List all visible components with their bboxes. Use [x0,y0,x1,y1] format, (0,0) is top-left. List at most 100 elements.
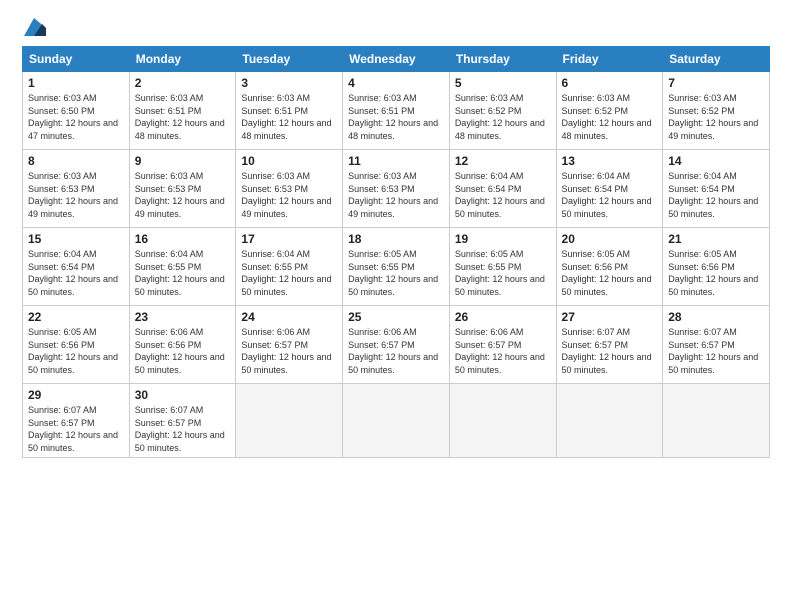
day-number: 14 [668,154,764,168]
day-info: Sunrise: 6:03 AMSunset: 6:52 PMDaylight:… [668,92,764,142]
calendar-cell: 28 Sunrise: 6:07 AMSunset: 6:57 PMDayligh… [663,306,770,384]
day-number: 29 [28,388,124,402]
calendar-cell [663,384,770,458]
day-number: 19 [455,232,551,246]
calendar-cell: 26 Sunrise: 6:06 AMSunset: 6:57 PMDayligh… [449,306,556,384]
day-info: Sunrise: 6:05 AMSunset: 6:56 PMDaylight:… [28,326,124,376]
calendar-cell: 22 Sunrise: 6:05 AMSunset: 6:56 PMDayligh… [23,306,130,384]
calendar-cell: 2 Sunrise: 6:03 AMSunset: 6:51 PMDaylight… [129,72,236,150]
day-number: 7 [668,76,764,90]
day-info: Sunrise: 6:05 AMSunset: 6:55 PMDaylight:… [455,248,551,298]
day-number: 15 [28,232,124,246]
day-number: 24 [241,310,337,324]
day-info: Sunrise: 6:06 AMSunset: 6:57 PMDaylight:… [455,326,551,376]
day-info: Sunrise: 6:03 AMSunset: 6:52 PMDaylight:… [562,92,658,142]
calendar-cell: 18 Sunrise: 6:05 AMSunset: 6:55 PMDayligh… [343,228,450,306]
day-info: Sunrise: 6:03 AMSunset: 6:51 PMDaylight:… [135,92,231,142]
logo [22,18,46,36]
day-info: Sunrise: 6:04 AMSunset: 6:55 PMDaylight:… [135,248,231,298]
calendar-cell: 1Sunrise: 6:03 AMSunset: 6:50 PMDaylight… [23,72,130,150]
calendar-cell: 4 Sunrise: 6:03 AMSunset: 6:51 PMDaylight… [343,72,450,150]
calendar-cell: 20Sunrise: 6:05 AMSunset: 6:56 PMDayligh… [556,228,663,306]
day-info: Sunrise: 6:03 AMSunset: 6:53 PMDaylight:… [28,170,124,220]
day-number: 13 [562,154,658,168]
calendar-cell: 15 Sunrise: 6:04 AMSunset: 6:54 PMDayligh… [23,228,130,306]
calendar-cell: 24 Sunrise: 6:06 AMSunset: 6:57 PMDayligh… [236,306,343,384]
day-info: Sunrise: 6:03 AMSunset: 6:51 PMDaylight:… [241,92,337,142]
day-info: Sunrise: 6:04 AMSunset: 6:54 PMDaylight:… [28,248,124,298]
logo-icon [24,18,46,36]
day-number: 8 [28,154,124,168]
day-number: 4 [348,76,444,90]
day-number: 26 [455,310,551,324]
day-number: 10 [241,154,337,168]
day-info: Sunrise: 6:06 AMSunset: 6:56 PMDaylight:… [135,326,231,376]
calendar-table: SundayMondayTuesdayWednesdayThursdayFrid… [22,46,770,458]
day-info: Sunrise: 6:05 AMSunset: 6:56 PMDaylight:… [668,248,764,298]
day-number: 28 [668,310,764,324]
day-info: Sunrise: 6:06 AMSunset: 6:57 PMDaylight:… [241,326,337,376]
calendar-cell: 19 Sunrise: 6:05 AMSunset: 6:55 PMDayligh… [449,228,556,306]
calendar-cell: 10 Sunrise: 6:03 AMSunset: 6:53 PMDayligh… [236,150,343,228]
day-info: Sunrise: 6:07 AMSunset: 6:57 PMDaylight:… [668,326,764,376]
day-number: 16 [135,232,231,246]
day-info: Sunrise: 6:04 AMSunset: 6:54 PMDaylight:… [562,170,658,220]
calendar-cell: 30 Sunrise: 6:07 AMSunset: 6:57 PMDayligh… [129,384,236,458]
calendar-cell: 6 Sunrise: 6:03 AMSunset: 6:52 PMDaylight… [556,72,663,150]
calendar-header: SundayMondayTuesdayWednesdayThursdayFrid… [23,47,770,72]
calendar-cell: 21 Sunrise: 6:05 AMSunset: 6:56 PMDayligh… [663,228,770,306]
day-info: Sunrise: 6:04 AMSunset: 6:54 PMDaylight:… [668,170,764,220]
day-info: Sunrise: 6:05 AMSunset: 6:55 PMDaylight:… [348,248,444,298]
day-info: Sunrise: 6:04 AMSunset: 6:54 PMDaylight:… [455,170,551,220]
calendar-week-2: 8 Sunrise: 6:03 AMSunset: 6:53 PMDaylight… [23,150,770,228]
header-cell-wednesday: Wednesday [343,47,450,72]
day-number: 6 [562,76,658,90]
day-info: Sunrise: 6:03 AMSunset: 6:52 PMDaylight:… [455,92,551,142]
calendar-week-3: 15 Sunrise: 6:04 AMSunset: 6:54 PMDayligh… [23,228,770,306]
day-number: 17 [241,232,337,246]
day-info: Sunrise: 6:07 AMSunset: 6:57 PMDaylight:… [562,326,658,376]
calendar-cell: 9Sunrise: 6:03 AMSunset: 6:53 PMDaylight… [129,150,236,228]
page: SundayMondayTuesdayWednesdayThursdayFrid… [0,0,792,612]
day-number: 9 [135,154,231,168]
header [22,18,770,36]
day-info: Sunrise: 6:03 AMSunset: 6:53 PMDaylight:… [241,170,337,220]
day-info: Sunrise: 6:03 AMSunset: 6:51 PMDaylight:… [348,92,444,142]
day-number: 18 [348,232,444,246]
day-number: 21 [668,232,764,246]
header-row: SundayMondayTuesdayWednesdayThursdayFrid… [23,47,770,72]
day-number: 12 [455,154,551,168]
calendar-week-5: 29 Sunrise: 6:07 AMSunset: 6:57 PMDayligh… [23,384,770,458]
calendar-cell: 14 Sunrise: 6:04 AMSunset: 6:54 PMDayligh… [663,150,770,228]
day-info: Sunrise: 6:04 AMSunset: 6:55 PMDaylight:… [241,248,337,298]
calendar-cell: 25 Sunrise: 6:06 AMSunset: 6:57 PMDayligh… [343,306,450,384]
header-cell-sunday: Sunday [23,47,130,72]
header-cell-friday: Friday [556,47,663,72]
day-number: 30 [135,388,231,402]
day-info: Sunrise: 6:07 AMSunset: 6:57 PMDaylight:… [135,404,231,454]
calendar-cell [236,384,343,458]
calendar-cell: 11 Sunrise: 6:03 AMSunset: 6:53 PMDayligh… [343,150,450,228]
calendar-cell: 23 Sunrise: 6:06 AMSunset: 6:56 PMDayligh… [129,306,236,384]
calendar-cell: 29Sunrise: 6:07 AMSunset: 6:57 PMDayligh… [23,384,130,458]
calendar-cell: 3 Sunrise: 6:03 AMSunset: 6:51 PMDaylight… [236,72,343,150]
day-info: Sunrise: 6:03 AMSunset: 6:50 PMDaylight:… [28,92,124,142]
header-cell-tuesday: Tuesday [236,47,343,72]
day-number: 23 [135,310,231,324]
day-number: 11 [348,154,444,168]
day-info: Sunrise: 6:06 AMSunset: 6:57 PMDaylight:… [348,326,444,376]
day-number: 25 [348,310,444,324]
day-number: 3 [241,76,337,90]
day-info: Sunrise: 6:03 AMSunset: 6:53 PMDaylight:… [348,170,444,220]
day-number: 22 [28,310,124,324]
calendar-cell: 27 Sunrise: 6:07 AMSunset: 6:57 PMDayligh… [556,306,663,384]
calendar-body: 1Sunrise: 6:03 AMSunset: 6:50 PMDaylight… [23,72,770,458]
calendar-cell: 16 Sunrise: 6:04 AMSunset: 6:55 PMDayligh… [129,228,236,306]
day-number: 27 [562,310,658,324]
header-cell-monday: Monday [129,47,236,72]
header-cell-thursday: Thursday [449,47,556,72]
calendar-cell: 8 Sunrise: 6:03 AMSunset: 6:53 PMDaylight… [23,150,130,228]
day-number: 2 [135,76,231,90]
calendar-cell [449,384,556,458]
calendar-cell: 13 Sunrise: 6:04 AMSunset: 6:54 PMDayligh… [556,150,663,228]
